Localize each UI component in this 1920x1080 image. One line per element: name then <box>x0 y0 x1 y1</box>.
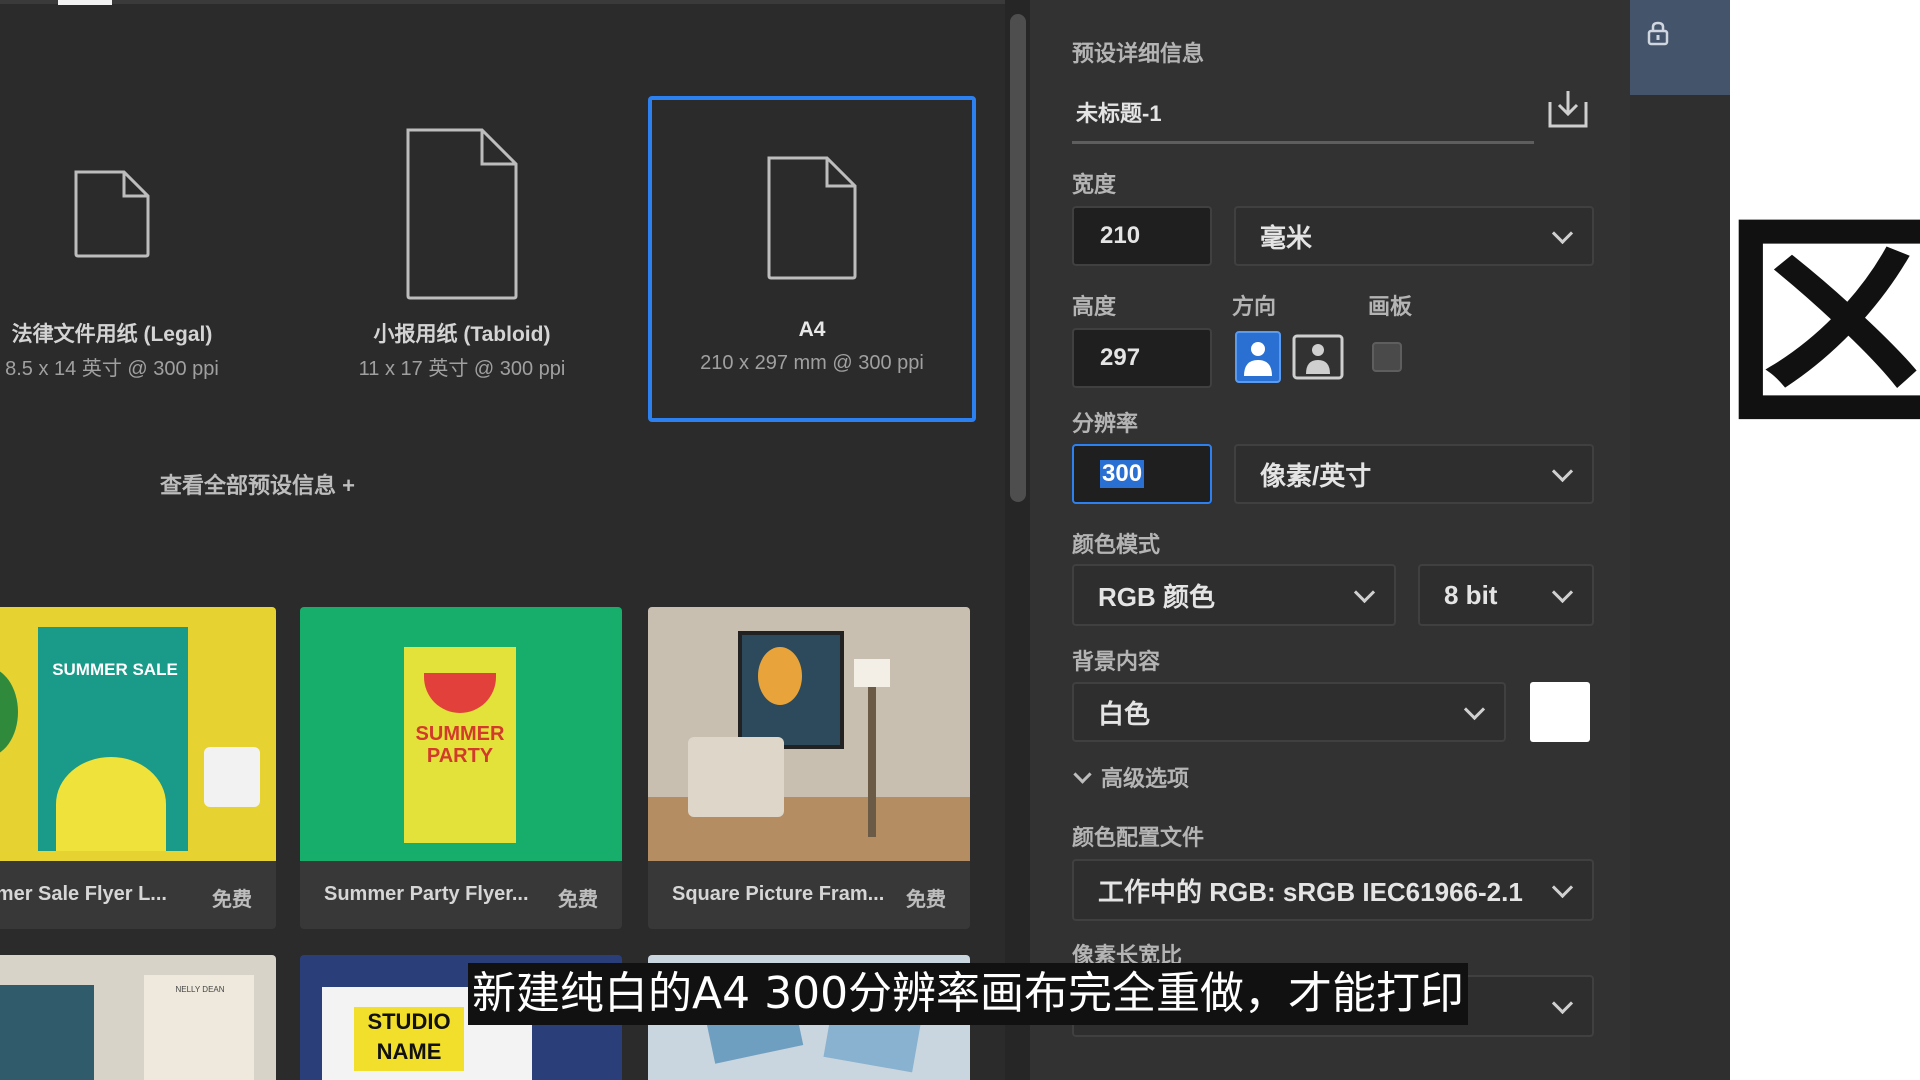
preset-name: 法律文件用纸 (Legal) <box>11 323 213 346</box>
panel-edge <box>1630 95 1730 1080</box>
chevron-down-icon <box>1073 764 1092 784</box>
resolution-unit-value: 像素/英寸 <box>1260 460 1372 491</box>
chevron-down-icon <box>1463 698 1486 721</box>
resolution-unit-select[interactable]: 像素/英寸 <box>1234 444 1594 504</box>
width-unit-value: 毫米 <box>1260 222 1313 253</box>
active-tab-indicator <box>58 0 112 5</box>
artboard-label: 画板 <box>1368 294 1413 319</box>
chevron-down-icon <box>1353 581 1376 604</box>
document-name-underline <box>1072 141 1534 144</box>
free-badge: 免费 <box>558 889 598 911</box>
advanced-options-label: 高级选项 <box>1101 766 1190 791</box>
artboard-checkbox[interactable] <box>1372 342 1402 372</box>
document-icon <box>406 128 518 300</box>
preset-tabloid[interactable]: 小报用纸 (Tabloid) 11 x 17 英寸 @ 300 ppi <box>302 96 622 414</box>
template-card[interactable]: NELLY DEAN <box>0 955 276 1080</box>
chevron-down-icon <box>1551 460 1574 483</box>
preset-name: A4 <box>798 318 826 341</box>
free-badge: 免费 <box>906 889 946 911</box>
template-thumbnail: SUMMER SALE <box>0 607 276 861</box>
resolution-value: 300 <box>1100 460 1145 488</box>
document-icon <box>767 156 857 280</box>
resolution-input[interactable]: 300 <box>1072 444 1212 504</box>
template-art-text: NELLY DEAN <box>175 985 225 994</box>
document-icon <box>74 170 150 258</box>
width-unit-select[interactable]: 毫米 <box>1234 206 1594 266</box>
preset-a4[interactable]: A4 210 x 297 mm @ 300 ppi <box>648 96 976 422</box>
top-tab-strip <box>0 0 1005 4</box>
template-name: Summer Party Flyer... <box>324 883 529 905</box>
chevron-down-icon <box>1551 222 1574 245</box>
bit-depth-value: 8 bit <box>1444 579 1498 610</box>
panel-lock-tab[interactable] <box>1630 0 1730 95</box>
template-art-text: STUDIO NAME <box>367 1009 451 1064</box>
color-profile-label: 颜色配置文件 <box>1072 825 1205 850</box>
preset-browser: 法律文件用纸 (Legal) 8.5 x 14 英寸 @ 300 ppi 小报用… <box>0 0 1005 1080</box>
background-label: 背景内容 <box>1072 649 1161 674</box>
template-card[interactable]: SUMMER PARTY Summer Party Flyer... 免费 <box>300 607 622 929</box>
bit-depth-select[interactable]: 8 bit <box>1418 564 1594 626</box>
lock-icon <box>1647 21 1669 46</box>
preset-legal[interactable]: 法律文件用纸 (Legal) 8.5 x 14 英寸 @ 300 ppi <box>0 96 272 414</box>
chevron-down-icon <box>1551 876 1574 899</box>
color-mode-label: 颜色模式 <box>1072 532 1161 557</box>
canvas-glyph: 区 <box>1730 192 1920 459</box>
height-input[interactable]: 297 <box>1072 328 1212 388</box>
template-art-text: SUMMER PARTY <box>415 723 505 767</box>
free-badge: 免费 <box>212 889 252 911</box>
canvas-preview: 区 <box>1730 0 1920 1080</box>
save-preset-icon[interactable] <box>1546 88 1590 130</box>
chevron-down-icon <box>1551 581 1574 604</box>
chevron-down-icon <box>1551 992 1574 1015</box>
template-name: mmer Sale Flyer L... <box>0 883 167 905</box>
document-name-input[interactable]: 未标题-1 <box>1076 96 1476 126</box>
preset-name: 小报用纸 (Tabloid) <box>373 323 551 346</box>
landscape-icon[interactable] <box>1292 334 1344 380</box>
template-card[interactable]: Square Picture Fram... 免费 <box>648 607 970 929</box>
color-mode-select[interactable]: RGB 颜色 <box>1072 564 1396 626</box>
resolution-label: 分辨率 <box>1072 411 1139 436</box>
section-title: 预设详细信息 <box>1072 41 1205 66</box>
view-all-presets-link[interactable]: 查看全部预设信息 + <box>160 468 460 500</box>
template-thumbnail <box>648 607 970 861</box>
preset-details-panel: 预设详细信息 未标题-1 宽度 210 毫米 高度 方向 画板 297 分辨率 … <box>1030 0 1630 1080</box>
video-subtitle: 新建纯白的A4 300分辨率画布完全重做，才能打印 <box>468 963 1469 1025</box>
scrollbar-thumb[interactable] <box>1010 14 1026 502</box>
width-input[interactable]: 210 <box>1072 206 1212 266</box>
background-select[interactable]: 白色 <box>1072 682 1506 742</box>
preset-spec: 210 x 297 mm @ 300 ppi <box>700 352 924 374</box>
template-name: Square Picture Fram... <box>672 883 885 905</box>
background-value: 白色 <box>1098 698 1151 729</box>
height-label: 高度 <box>1072 294 1117 319</box>
template-card[interactable]: SUMMER SALE mmer Sale Flyer L... 免费 <box>0 607 276 929</box>
template-thumbnail: SUMMER PARTY <box>300 607 622 861</box>
portrait-icon[interactable] <box>1234 330 1282 384</box>
background-color-swatch[interactable] <box>1530 682 1590 742</box>
orientation-label: 方向 <box>1232 294 1277 319</box>
width-label: 宽度 <box>1072 172 1117 197</box>
preset-spec: 8.5 x 14 英寸 @ 300 ppi <box>5 358 219 380</box>
color-profile-value: 工作中的 RGB: sRGB IEC61966-2.1 <box>1098 876 1523 907</box>
advanced-options-toggle[interactable]: 高级选项 <box>1072 762 1189 792</box>
color-profile-select[interactable]: 工作中的 RGB: sRGB IEC61966-2.1 <box>1072 859 1594 921</box>
color-mode-value: RGB 颜色 <box>1098 581 1216 612</box>
preset-spec: 11 x 17 英寸 @ 300 ppi <box>358 358 566 380</box>
template-art-text: SUMMER SALE <box>52 660 178 679</box>
